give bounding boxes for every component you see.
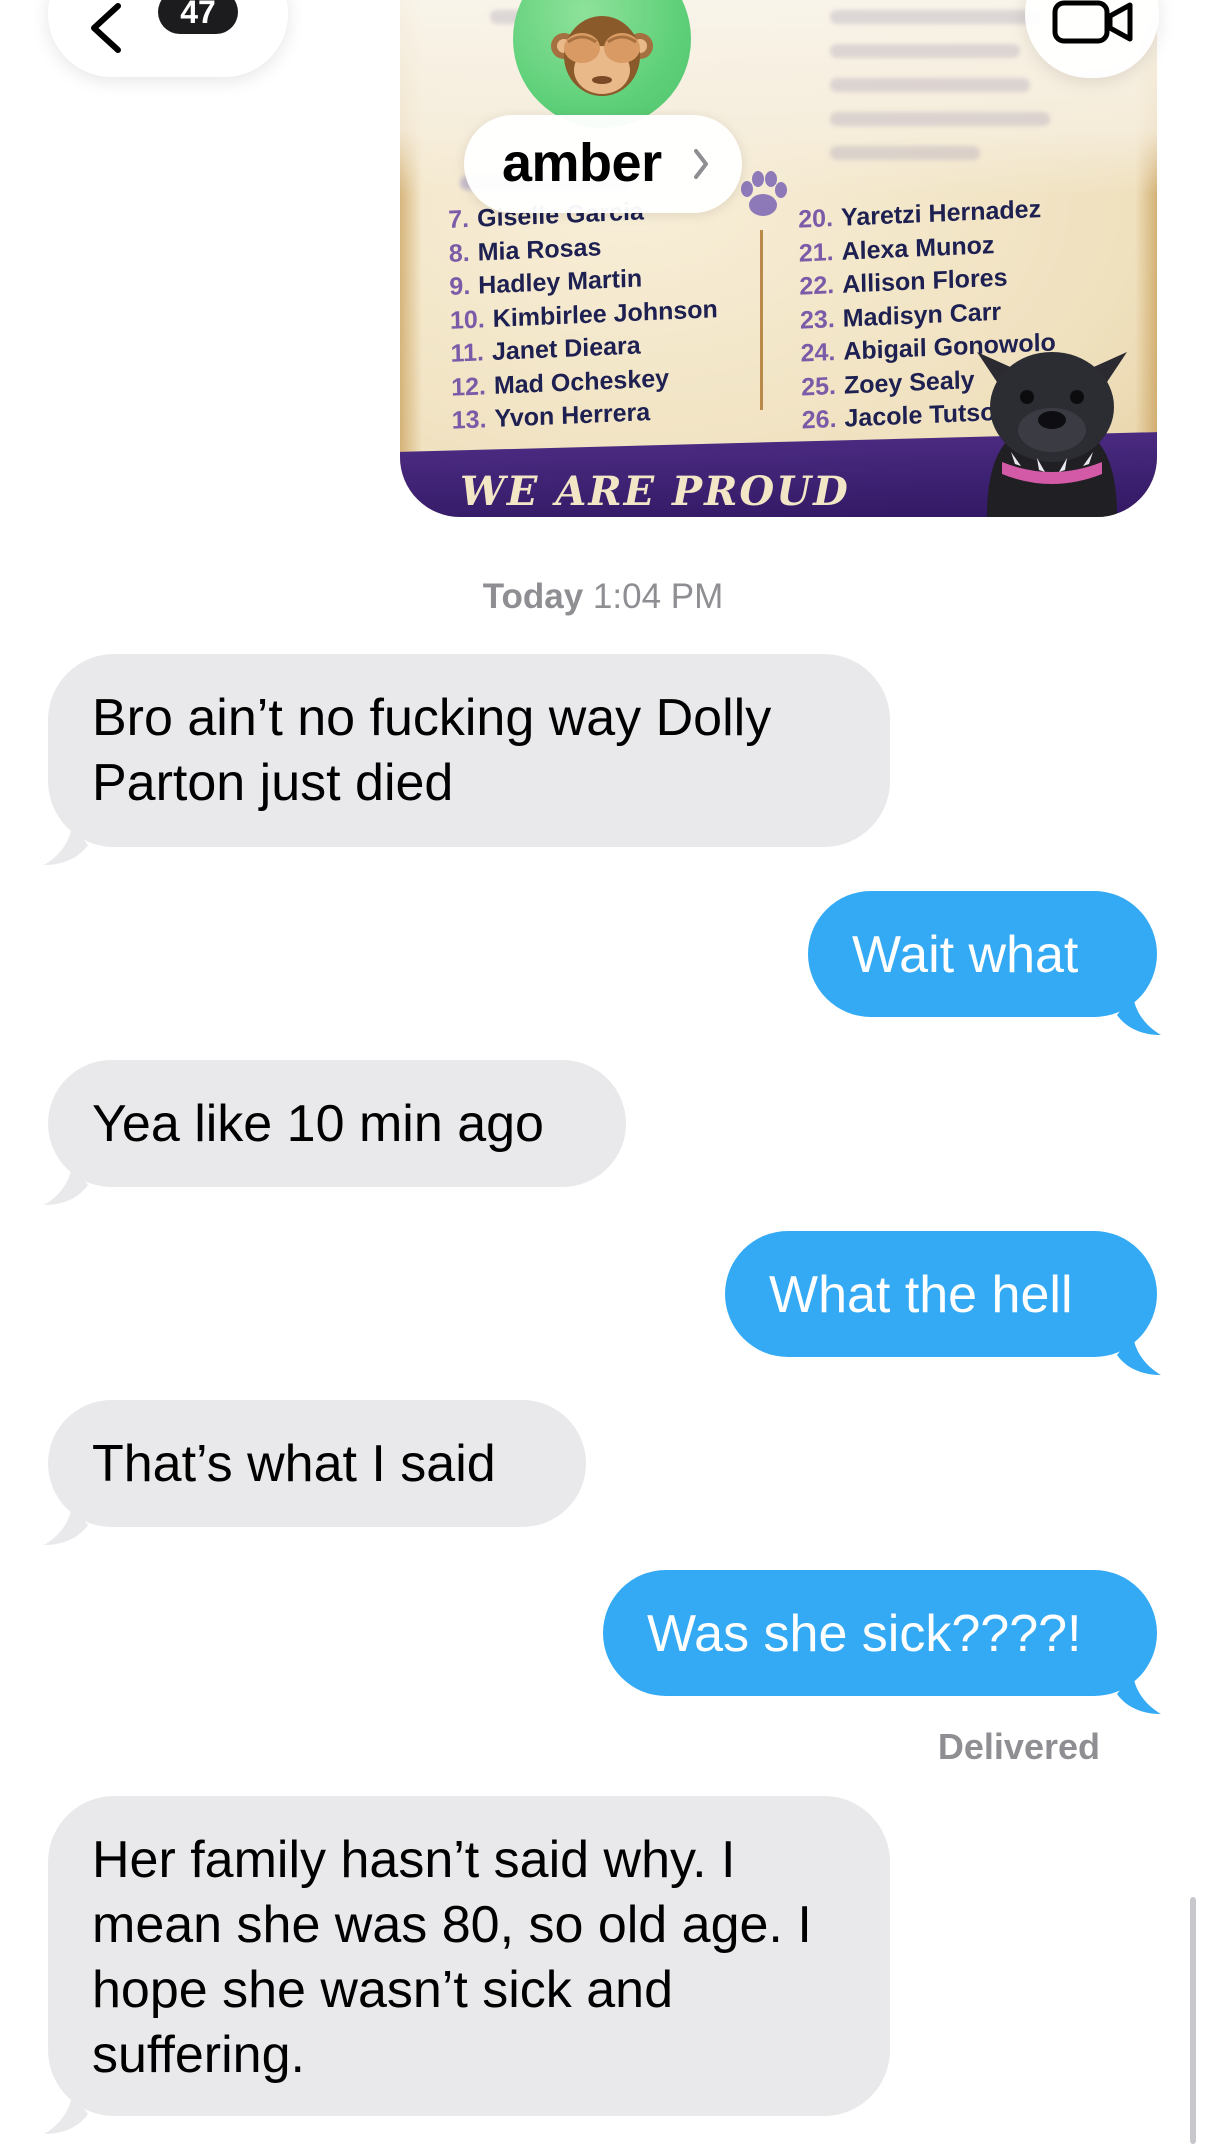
- chevron-left-icon: [91, 3, 121, 53]
- unread-count-badge: 47: [158, 0, 238, 34]
- message-text: Yea like 10 min ago: [92, 1095, 544, 1153]
- message-bubble-incoming[interactable]: Bro ain’t no fucking way Dolly Parton ju…: [44, 654, 890, 865]
- message-bubble-outgoing[interactable]: Wait what: [808, 891, 1161, 1035]
- bubble-tail: [44, 1165, 88, 1205]
- blurred-line: [830, 112, 1050, 126]
- roster-list-left: 7. Giselle Garcia 8. Mia Rosas 9. Hadley Ma…: [448, 192, 720, 438]
- bulldog-mascot-icon: [977, 352, 1127, 517]
- message-bubble-incoming[interactable]: That’s what I said: [44, 1400, 586, 1545]
- message-timestamp: Today 1:04 PM: [0, 575, 1206, 619]
- message-text: That’s what I said: [92, 1435, 496, 1493]
- roster-divider: [760, 230, 763, 410]
- message-bubble-outgoing[interactable]: Was she sick????!: [603, 1570, 1161, 1714]
- contact-name-button[interactable]: amber: [464, 115, 742, 213]
- bubble-tail: [44, 2094, 88, 2134]
- image-banner-text: WE ARE PROUD: [460, 468, 850, 515]
- bubble-tail: [44, 1505, 88, 1545]
- bubble-tail: [44, 825, 88, 865]
- message-text: Bro ain’t no fucking way Dolly Parton ju…: [92, 689, 772, 812]
- delivery-status: Delivered: [937, 1726, 1100, 1767]
- bubble-tail: [1117, 1674, 1161, 1714]
- shared-image-message[interactable]: 7. Giselle Garcia 8. Mia Rosas 9. Hadley Ma…: [400, 0, 1157, 517]
- blurred-line: [830, 78, 1030, 92]
- chevron-right-icon: [694, 149, 708, 179]
- contact-name: amber: [502, 133, 662, 193]
- paw-print-icon: [741, 171, 787, 216]
- message-bubble-incoming[interactable]: Her family hasn’t said why. I mean she w…: [44, 1796, 890, 2134]
- timestamp-time: 1:04 PM: [592, 577, 724, 616]
- message-bubble-incoming[interactable]: Yea like 10 min ago: [44, 1060, 626, 1205]
- message-text: Wait what: [852, 926, 1079, 984]
- message-text: Was she sick????!: [647, 1605, 1082, 1663]
- bubble-tail: [1117, 1335, 1161, 1375]
- timestamp-day: Today: [482, 577, 584, 616]
- see-no-evil-monkey-icon: [551, 16, 653, 96]
- message-text: What the hell: [769, 1266, 1073, 1324]
- blurred-line: [830, 146, 980, 160]
- scrollbar[interactable]: [1190, 1897, 1196, 2144]
- message-text: Her family hasn’t said why. I mean she w…: [92, 1831, 812, 2084]
- video-camera-icon: [1052, 0, 1133, 44]
- blurred-line: [830, 44, 1020, 58]
- bubble-tail: [1117, 995, 1161, 1035]
- message-bubble-outgoing[interactable]: What the hell: [725, 1231, 1161, 1375]
- back-button[interactable]: 47: [48, 0, 288, 77]
- blurred-line: [830, 10, 1040, 24]
